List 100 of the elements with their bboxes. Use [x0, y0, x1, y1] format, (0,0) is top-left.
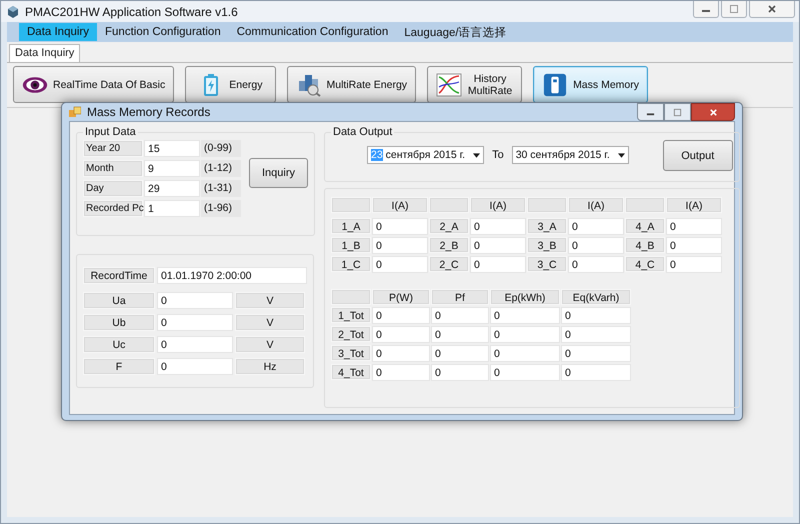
inquiry-button[interactable]: Inquiry [249, 158, 308, 188]
value-field[interactable]: 0 [431, 345, 489, 362]
group-title: Data Output [332, 126, 394, 138]
value-field[interactable]: 0 [561, 364, 631, 381]
field-label: RecordTime [83, 267, 155, 284]
range-label: (1-31) [201, 180, 241, 197]
value-field[interactable]: 0 [431, 364, 489, 381]
value-field[interactable]: 0 [372, 237, 428, 254]
row-label: 2_Tot [331, 326, 371, 342]
maximize-icon [673, 108, 682, 116]
value-field[interactable]: 0 [666, 256, 722, 273]
minimize-button[interactable] [693, 1, 719, 18]
maximize-icon [729, 4, 739, 14]
field-label: Uc [83, 336, 155, 353]
row-label: 1_Tot [331, 307, 371, 323]
minimize-button[interactable] [637, 103, 664, 121]
column-header: Ep(kWh) [490, 289, 560, 305]
input-field[interactable]: 1 [144, 200, 200, 217]
to-label: To [492, 149, 504, 161]
column-header: P(W) [372, 289, 430, 305]
row-label: 3_Tot [331, 345, 371, 361]
value-field[interactable]: 0 [490, 307, 560, 324]
value-field[interactable]: 0 [470, 218, 526, 235]
row-label: 3_A [527, 218, 567, 234]
value-field[interactable]: 0 [431, 326, 489, 343]
row-label: 2_A [429, 218, 469, 234]
value-field[interactable]: 0 [372, 364, 430, 381]
menu-item[interactable]: Data Inquiry [19, 23, 98, 41]
column-header: I(A) [666, 197, 722, 213]
input-field[interactable]: 0 [157, 314, 233, 331]
row-label: 4_B [625, 237, 665, 253]
window-title: PMAC201HW Application Software v1.6 [25, 4, 238, 18]
input-field[interactable]: 0 [157, 358, 233, 375]
input-field[interactable]: 01.01.1970 2:00:00 [157, 267, 307, 284]
group-title: Input Data [84, 126, 137, 138]
menu-item[interactable]: Communication Configuration [228, 23, 396, 41]
toolbar-button[interactable]: Energy [185, 66, 276, 103]
unit-label: V [235, 336, 305, 353]
unit-label: V [235, 292, 305, 309]
column-header: Eq(kVarh) [561, 289, 631, 305]
input-field[interactable]: 9 [144, 160, 200, 177]
row-label: 1_B [331, 237, 371, 253]
value-field[interactable]: 0 [490, 364, 560, 381]
value-field[interactable]: 0 [372, 345, 430, 362]
chart-icon [436, 72, 462, 96]
row-label: 3_C [527, 256, 567, 272]
toolbar-button[interactable]: History MultiRate [427, 66, 522, 103]
row-label: 4_A [625, 218, 665, 234]
value-field[interactable]: 0 [568, 218, 624, 235]
field-label: Ua [83, 292, 155, 309]
value-field[interactable]: 0 [372, 326, 430, 343]
menu-item[interactable]: Function Configuration [97, 23, 229, 41]
output-button[interactable]: Output [662, 140, 733, 171]
menu-item[interactable]: Lauguage/语言选择 [396, 22, 515, 42]
value-field[interactable]: 0 [561, 326, 631, 343]
input-field[interactable]: 0 [157, 292, 233, 309]
row-label: 2_B [429, 237, 469, 253]
input-field[interactable]: 15 [144, 140, 200, 157]
toolbar-button[interactable]: RealTime Data Of Basic [13, 66, 174, 103]
value-field[interactable]: 0 [372, 256, 428, 273]
close-button[interactable] [691, 103, 735, 121]
value-field[interactable]: 0 [372, 218, 428, 235]
column-header: I(A) [372, 197, 428, 213]
dropdown-arrow-icon [473, 152, 480, 158]
value-field[interactable]: 0 [372, 307, 430, 324]
row-label: 4_Tot [331, 364, 371, 380]
dropdown-arrow-icon [618, 152, 625, 158]
value-field[interactable]: 0 [666, 218, 722, 235]
field-label: Month [83, 160, 143, 177]
value-field[interactable]: 0 [666, 237, 722, 254]
close-icon [708, 108, 718, 116]
field-label: Year 20 [83, 140, 143, 157]
tab[interactable]: Data Inquiry [9, 44, 80, 62]
field-label: Recorded Pc [83, 200, 143, 217]
range-label: (1-96) [201, 200, 241, 217]
value-field[interactable]: 0 [470, 237, 526, 254]
date-picker[interactable]: 23 сентября 2015 г. [367, 146, 484, 164]
value-field[interactable]: 0 [470, 256, 526, 273]
column-header: Pf [431, 289, 489, 305]
close-button[interactable] [749, 1, 795, 18]
value-field[interactable]: 0 [561, 307, 631, 324]
window-icon [69, 106, 81, 118]
input-field[interactable]: 29 [144, 180, 200, 197]
usb-drive-icon [542, 72, 568, 96]
date-picker[interactable]: 30 сентября 2015 г. [512, 146, 629, 164]
value-field[interactable]: 0 [431, 307, 489, 324]
row-label: 1_C [331, 256, 371, 272]
row-label: 4_C [625, 256, 665, 272]
value-field[interactable]: 0 [490, 326, 560, 343]
unit-label: V [235, 314, 305, 331]
value-field[interactable]: 0 [568, 237, 624, 254]
value-field[interactable]: 0 [490, 345, 560, 362]
value-field[interactable]: 0 [561, 345, 631, 362]
input-field[interactable]: 0 [157, 336, 233, 353]
field-label: Day [83, 180, 143, 197]
toolbar-button[interactable]: MultiRate Energy [286, 66, 416, 103]
value-field[interactable]: 0 [568, 256, 624, 273]
mass-memory-button[interactable]: Mass Memory [533, 66, 648, 103]
dialog-title: Mass Memory Records [87, 105, 210, 119]
column-header: I(A) [470, 197, 526, 213]
